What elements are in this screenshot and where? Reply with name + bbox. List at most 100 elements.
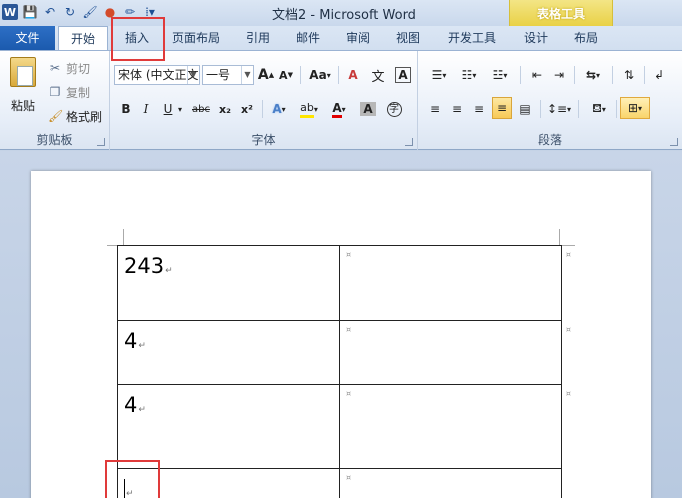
char-border-button[interactable]: A bbox=[394, 65, 412, 85]
italic-button[interactable]: I bbox=[138, 99, 154, 119]
table-cell[interactable]: ¤ ¤ bbox=[339, 384, 571, 469]
show-marks-button[interactable]: ↲ bbox=[650, 65, 668, 85]
increase-indent-button[interactable]: ⇥ bbox=[550, 65, 568, 85]
font-launcher-icon[interactable] bbox=[405, 138, 413, 146]
align-center-button[interactable]: ≡ bbox=[448, 99, 466, 119]
copy-button[interactable]: ❐ 复制 bbox=[48, 83, 90, 101]
increase-indent-icon: ⇥ bbox=[553, 68, 565, 82]
numbering-button[interactable]: ☷ ▾ bbox=[456, 65, 482, 85]
tab-page-layout[interactable]: 页面布局 bbox=[168, 26, 224, 50]
copy-label: 复制 bbox=[66, 85, 91, 100]
clear-format-button[interactable]: A bbox=[344, 65, 362, 85]
shrink-font-button[interactable]: A ▼ bbox=[278, 65, 294, 85]
table-cell[interactable]: ¤ ¤ bbox=[339, 320, 571, 385]
chinese-layout-button[interactable]: ⇆ ▾ bbox=[580, 65, 606, 85]
table-cell[interactable]: 4↵ bbox=[117, 384, 340, 469]
tab-review[interactable]: 审阅 bbox=[336, 26, 380, 50]
font-size-combo[interactable]: 一号 ▼ bbox=[202, 65, 254, 85]
window-title: 文档2 - Microsoft Word bbox=[272, 8, 416, 23]
font-name-combo[interactable]: 宋体 (中文正文) ▼ bbox=[114, 65, 200, 85]
borders-icon: ⊞ bbox=[627, 101, 639, 115]
separator bbox=[262, 100, 263, 118]
paragraph-launcher-icon[interactable] bbox=[670, 138, 678, 146]
justify-button[interactable]: ≡ bbox=[492, 97, 512, 119]
tab-file[interactable]: 文件 bbox=[0, 26, 55, 50]
save-icon[interactable]: 💾 bbox=[22, 3, 38, 21]
cell-end-mark: ¤ bbox=[346, 325, 352, 334]
align-left-button[interactable]: ≡ bbox=[426, 99, 444, 119]
cell-end-mark: ↵ bbox=[138, 405, 146, 415]
paste-button[interactable]: 粘贴 bbox=[6, 57, 40, 114]
phonetic-guide-button[interactable]: 文 bbox=[368, 65, 388, 85]
tab-references[interactable]: 引用 bbox=[236, 26, 280, 50]
tab-mailings[interactable]: 邮件 bbox=[286, 26, 330, 50]
chinese-layout-icon: ⇆ bbox=[585, 68, 597, 82]
superscript-button[interactable]: x² bbox=[238, 99, 256, 119]
decrease-indent-icon: ⇤ bbox=[531, 68, 543, 82]
tab-developer[interactable]: 开发工具 bbox=[440, 26, 504, 50]
clipboard-launcher-icon[interactable] bbox=[97, 138, 105, 146]
repeat-icon[interactable]: ↻ bbox=[62, 3, 78, 21]
align-right-button[interactable]: ≡ bbox=[470, 99, 488, 119]
subscript-button[interactable]: x₂ bbox=[216, 99, 234, 119]
bullets-button[interactable]: ☰ ▾ bbox=[426, 65, 452, 85]
enclose-char-button[interactable]: 字 bbox=[384, 99, 404, 119]
tab-table-layout[interactable]: 布局 bbox=[562, 26, 610, 50]
table-row: ↵ ¤ bbox=[117, 468, 562, 498]
document-area: 243↵ ¤ ¤ 4↵ ¤ ¤ 4↵ ¤ ¤ ↵ ¤ bbox=[0, 151, 682, 498]
cell-end-mark: ¤ bbox=[346, 389, 352, 398]
tab-home[interactable]: 开始 bbox=[58, 26, 108, 51]
tab-table-design[interactable]: 设计 bbox=[512, 26, 560, 50]
cell-end-mark: ↵ bbox=[138, 341, 146, 351]
multilevel-list-button[interactable]: ☳ ▾ bbox=[486, 65, 514, 85]
cut-label: 剪切 bbox=[66, 61, 91, 76]
change-case-icon: Aa bbox=[309, 68, 327, 82]
table-cell[interactable]: ¤ ¤ bbox=[339, 245, 571, 321]
decrease-indent-button[interactable]: ⇤ bbox=[528, 65, 546, 85]
format-icon[interactable]: 🖌 bbox=[82, 3, 98, 21]
paragraph-group-label: 段落 bbox=[537, 133, 562, 147]
font-color-button[interactable]: A ▾ bbox=[326, 99, 352, 119]
phonetic-icon: 文 bbox=[371, 69, 385, 85]
grow-font-icon: A bbox=[257, 67, 269, 83]
highlight-button[interactable]: ab ▾ bbox=[296, 99, 322, 119]
insert-tab-highlight bbox=[111, 17, 165, 61]
grow-font-button[interactable]: A ▲ bbox=[258, 65, 274, 85]
bullets-icon: ☰ bbox=[431, 68, 443, 82]
highlighter-icon: ab bbox=[300, 101, 314, 118]
table-cell[interactable]: 243↵ bbox=[117, 245, 340, 321]
bold-button[interactable]: B bbox=[118, 99, 134, 119]
change-case-button[interactable]: Aa ▾ bbox=[306, 65, 334, 85]
sort-button[interactable]: ⇅ bbox=[620, 65, 638, 85]
context-group-table-tools: 表格工具 bbox=[509, 0, 613, 26]
underline-dropdown[interactable]: ▾ bbox=[176, 99, 184, 119]
table-cell[interactable]: 4↵ bbox=[117, 320, 340, 385]
strikethrough-button[interactable]: abc bbox=[190, 99, 212, 119]
cell-end-mark: ¤ bbox=[346, 250, 352, 259]
separator bbox=[540, 100, 541, 118]
document-page[interactable]: 243↵ ¤ ¤ 4↵ ¤ ¤ 4↵ ¤ ¤ ↵ ¤ bbox=[31, 171, 651, 498]
crop-mark bbox=[559, 229, 560, 245]
text-effects-button[interactable]: A ▾ bbox=[268, 99, 290, 119]
borders-button[interactable]: ⊞ ▾ bbox=[620, 97, 650, 119]
distributed-button[interactable]: ▤ bbox=[516, 99, 534, 119]
table-cell[interactable]: ¤ bbox=[339, 468, 562, 498]
char-shading-button[interactable]: A bbox=[358, 99, 378, 119]
line-spacing-button[interactable]: ↕≡ ▾ bbox=[546, 99, 572, 119]
scissors-icon: ✂ bbox=[49, 61, 61, 75]
separator bbox=[520, 66, 521, 84]
word-app-icon[interactable]: W bbox=[2, 4, 18, 20]
separator bbox=[578, 100, 579, 118]
pilcrow-icon: ↲ bbox=[653, 68, 665, 82]
underline-button[interactable]: U bbox=[160, 99, 176, 119]
shading-button[interactable]: ⛾ ▾ bbox=[586, 99, 612, 119]
align-left-icon: ≡ bbox=[429, 102, 441, 116]
cut-button[interactable]: ✂ 剪切 bbox=[48, 59, 90, 77]
undo-icon[interactable]: ↶ bbox=[42, 3, 58, 21]
crop-mark bbox=[123, 229, 124, 245]
font-group-label: 字体 bbox=[251, 133, 276, 147]
tab-view[interactable]: 视图 bbox=[386, 26, 430, 50]
ribbon-tabs: 文件 开始 插入 页面布局 引用 邮件 审阅 视图 开发工具 设计 布局 bbox=[0, 26, 682, 76]
format-painter-button[interactable]: 🖌 格式刷 bbox=[48, 107, 102, 125]
eraser-icon: A bbox=[348, 68, 358, 82]
